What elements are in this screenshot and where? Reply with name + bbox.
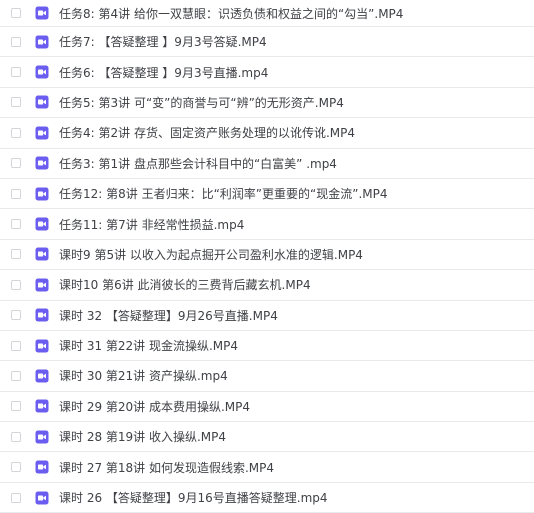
video-icon xyxy=(35,65,49,79)
row-checkbox[interactable] xyxy=(11,431,21,442)
file-name[interactable]: 任务6: 【答疑整理 】9月3号直播.mp4 xyxy=(59,64,268,81)
row-checkbox[interactable] xyxy=(11,8,21,18)
video-icon xyxy=(35,95,49,109)
file-row[interactable]: 课时 32 【答疑整理】9月26号直播.MP4 xyxy=(0,301,534,331)
video-icon xyxy=(35,491,49,505)
video-icon xyxy=(35,339,49,353)
file-name[interactable]: 课时10 第6讲 此消彼长的三费背后藏玄机.MP4 xyxy=(59,276,311,293)
row-checkbox[interactable] xyxy=(11,219,21,230)
row-checkbox[interactable] xyxy=(11,188,21,199)
file-name[interactable]: 任务7: 【答疑整理 】9月3号答疑.MP4 xyxy=(59,33,267,50)
video-icon xyxy=(35,156,49,170)
file-name[interactable]: 课时 31 第22讲 现金流操纵.MP4 xyxy=(59,337,238,354)
file-row[interactable]: 课时10 第6讲 此消彼长的三费背后藏玄机.MP4 xyxy=(0,270,534,301)
file-row[interactable]: 任务4: 第2讲 存货、固定资产账务处理的以讹传讹.MP4 xyxy=(0,118,534,149)
file-name[interactable]: 课时 27 第18讲 如何发现造假线索.MP4 xyxy=(59,459,274,476)
file-name[interactable]: 课时 28 第19讲 收入操纵.MP4 xyxy=(59,428,226,445)
file-row[interactable]: 任务11: 第7讲 非经常性损益.mp4 xyxy=(0,209,534,240)
file-row[interactable]: 任务5: 第3讲 可“变”的商誉与可“辨”的无形资产.MP4 xyxy=(0,88,534,119)
row-checkbox[interactable] xyxy=(11,492,21,503)
video-icon xyxy=(35,6,49,20)
file-name[interactable]: 课时 32 【答疑整理】9月26号直播.MP4 xyxy=(59,307,278,324)
video-icon xyxy=(35,430,49,444)
file-name[interactable]: 课时 30 第21讲 资产操纵.mp4 xyxy=(59,367,228,384)
file-name[interactable]: 课时9 第5讲 以收入为起点掘开公司盈利水准的逻辑.MP4 xyxy=(59,246,363,263)
row-checkbox[interactable] xyxy=(11,97,21,108)
video-icon xyxy=(35,217,49,231)
file-row[interactable]: 任务8: 第4讲 给你一双慧眼：识透负债和权益之间的“勾当”.MP4 xyxy=(0,0,534,27)
video-icon xyxy=(35,187,49,201)
row-checkbox[interactable] xyxy=(11,67,21,78)
video-icon xyxy=(35,247,49,261)
video-icon xyxy=(35,126,49,140)
file-name[interactable]: 课时 29 第20讲 成本费用操纵.MP4 xyxy=(59,398,250,415)
file-name[interactable]: 任务3: 第1讲 盘点那些会计科目中的“白富美” .mp4 xyxy=(59,155,337,172)
file-name[interactable]: 课时 26 【答疑整理】9月16号直播答疑整理.mp4 xyxy=(59,489,328,506)
file-row[interactable]: 课时 30 第21讲 资产操纵.mp4 xyxy=(0,361,534,392)
video-icon xyxy=(35,35,49,49)
file-name[interactable]: 任务8: 第4讲 给你一双慧眼：识透负债和权益之间的“勾当”.MP4 xyxy=(59,5,403,22)
video-icon xyxy=(35,278,49,292)
file-list: 任务8: 第4讲 给你一双慧眼：识透负债和权益之间的“勾当”.MP4 任务7: 【… xyxy=(0,0,534,513)
file-row[interactable]: 课时 31 第22讲 现金流操纵.MP4 xyxy=(0,331,534,362)
file-row[interactable]: 任务12: 第8讲 王者归来：比“利润率”更重要的“现金流”.MP4 xyxy=(0,179,534,210)
file-name[interactable]: 任务12: 第8讲 王者归来：比“利润率”更重要的“现金流”.MP4 xyxy=(59,185,387,202)
video-icon xyxy=(35,308,49,322)
file-name[interactable]: 任务5: 第3讲 可“变”的商誉与可“辨”的无形资产.MP4 xyxy=(59,94,344,111)
row-checkbox[interactable] xyxy=(11,340,21,351)
file-name[interactable]: 任务4: 第2讲 存货、固定资产账务处理的以讹传讹.MP4 xyxy=(59,124,355,141)
row-checkbox[interactable] xyxy=(11,310,21,321)
file-row[interactable]: 课时 28 第19讲 收入操纵.MP4 xyxy=(0,422,534,453)
row-checkbox[interactable] xyxy=(11,370,21,381)
row-checkbox[interactable] xyxy=(11,401,21,412)
file-row[interactable]: 任务3: 第1讲 盘点那些会计科目中的“白富美” .mp4 xyxy=(0,149,534,179)
row-checkbox[interactable] xyxy=(11,158,21,169)
video-icon xyxy=(35,399,49,413)
file-row[interactable]: 任务6: 【答疑整理 】9月3号直播.mp4 xyxy=(0,57,534,88)
row-checkbox[interactable] xyxy=(11,127,21,138)
row-checkbox[interactable] xyxy=(11,36,21,47)
file-row[interactable]: 任务7: 【答疑整理 】9月3号答疑.MP4 xyxy=(0,27,534,58)
row-checkbox[interactable] xyxy=(11,462,21,473)
file-row[interactable]: 课时 27 第18讲 如何发现造假线索.MP4 xyxy=(0,452,534,483)
row-checkbox[interactable] xyxy=(11,279,21,290)
file-row[interactable]: 课时9 第5讲 以收入为起点掘开公司盈利水准的逻辑.MP4 xyxy=(0,240,534,271)
file-row[interactable]: 课时 26 【答疑整理】9月16号直播答疑整理.mp4 xyxy=(0,483,534,513)
video-icon xyxy=(35,369,49,383)
row-checkbox[interactable] xyxy=(11,249,21,260)
file-row[interactable]: 课时 29 第20讲 成本费用操纵.MP4 xyxy=(0,392,534,423)
file-name[interactable]: 任务11: 第7讲 非经常性损益.mp4 xyxy=(59,216,244,233)
video-icon xyxy=(35,460,49,474)
